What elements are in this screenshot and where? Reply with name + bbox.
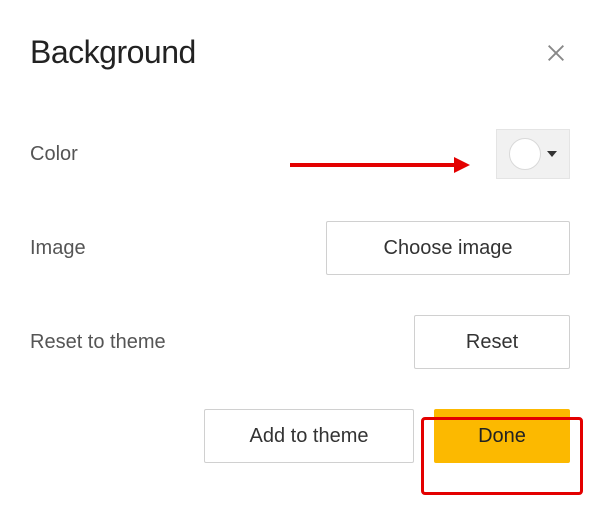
close-icon[interactable] xyxy=(542,39,570,67)
color-label: Color xyxy=(30,143,78,166)
reset-button[interactable]: Reset xyxy=(414,315,570,369)
color-picker-button[interactable] xyxy=(496,129,570,179)
image-label: Image xyxy=(30,237,86,260)
choose-image-button[interactable]: Choose image xyxy=(326,221,570,275)
image-row: Image Choose image xyxy=(30,221,570,275)
dialog-footer: Add to theme Done xyxy=(30,409,570,463)
color-swatch-icon xyxy=(509,138,541,170)
dialog-header: Background xyxy=(30,34,570,71)
reset-label: Reset to theme xyxy=(30,331,166,354)
color-row: Color xyxy=(30,127,570,181)
x-icon xyxy=(545,42,567,64)
chevron-down-icon xyxy=(547,151,557,157)
reset-row: Reset to theme Reset xyxy=(30,315,570,369)
done-button[interactable]: Done xyxy=(434,409,570,463)
dialog-title: Background xyxy=(30,34,196,71)
background-dialog: Background Color Image Choose image Rese… xyxy=(0,0,600,493)
add-to-theme-button[interactable]: Add to theme xyxy=(204,409,414,463)
